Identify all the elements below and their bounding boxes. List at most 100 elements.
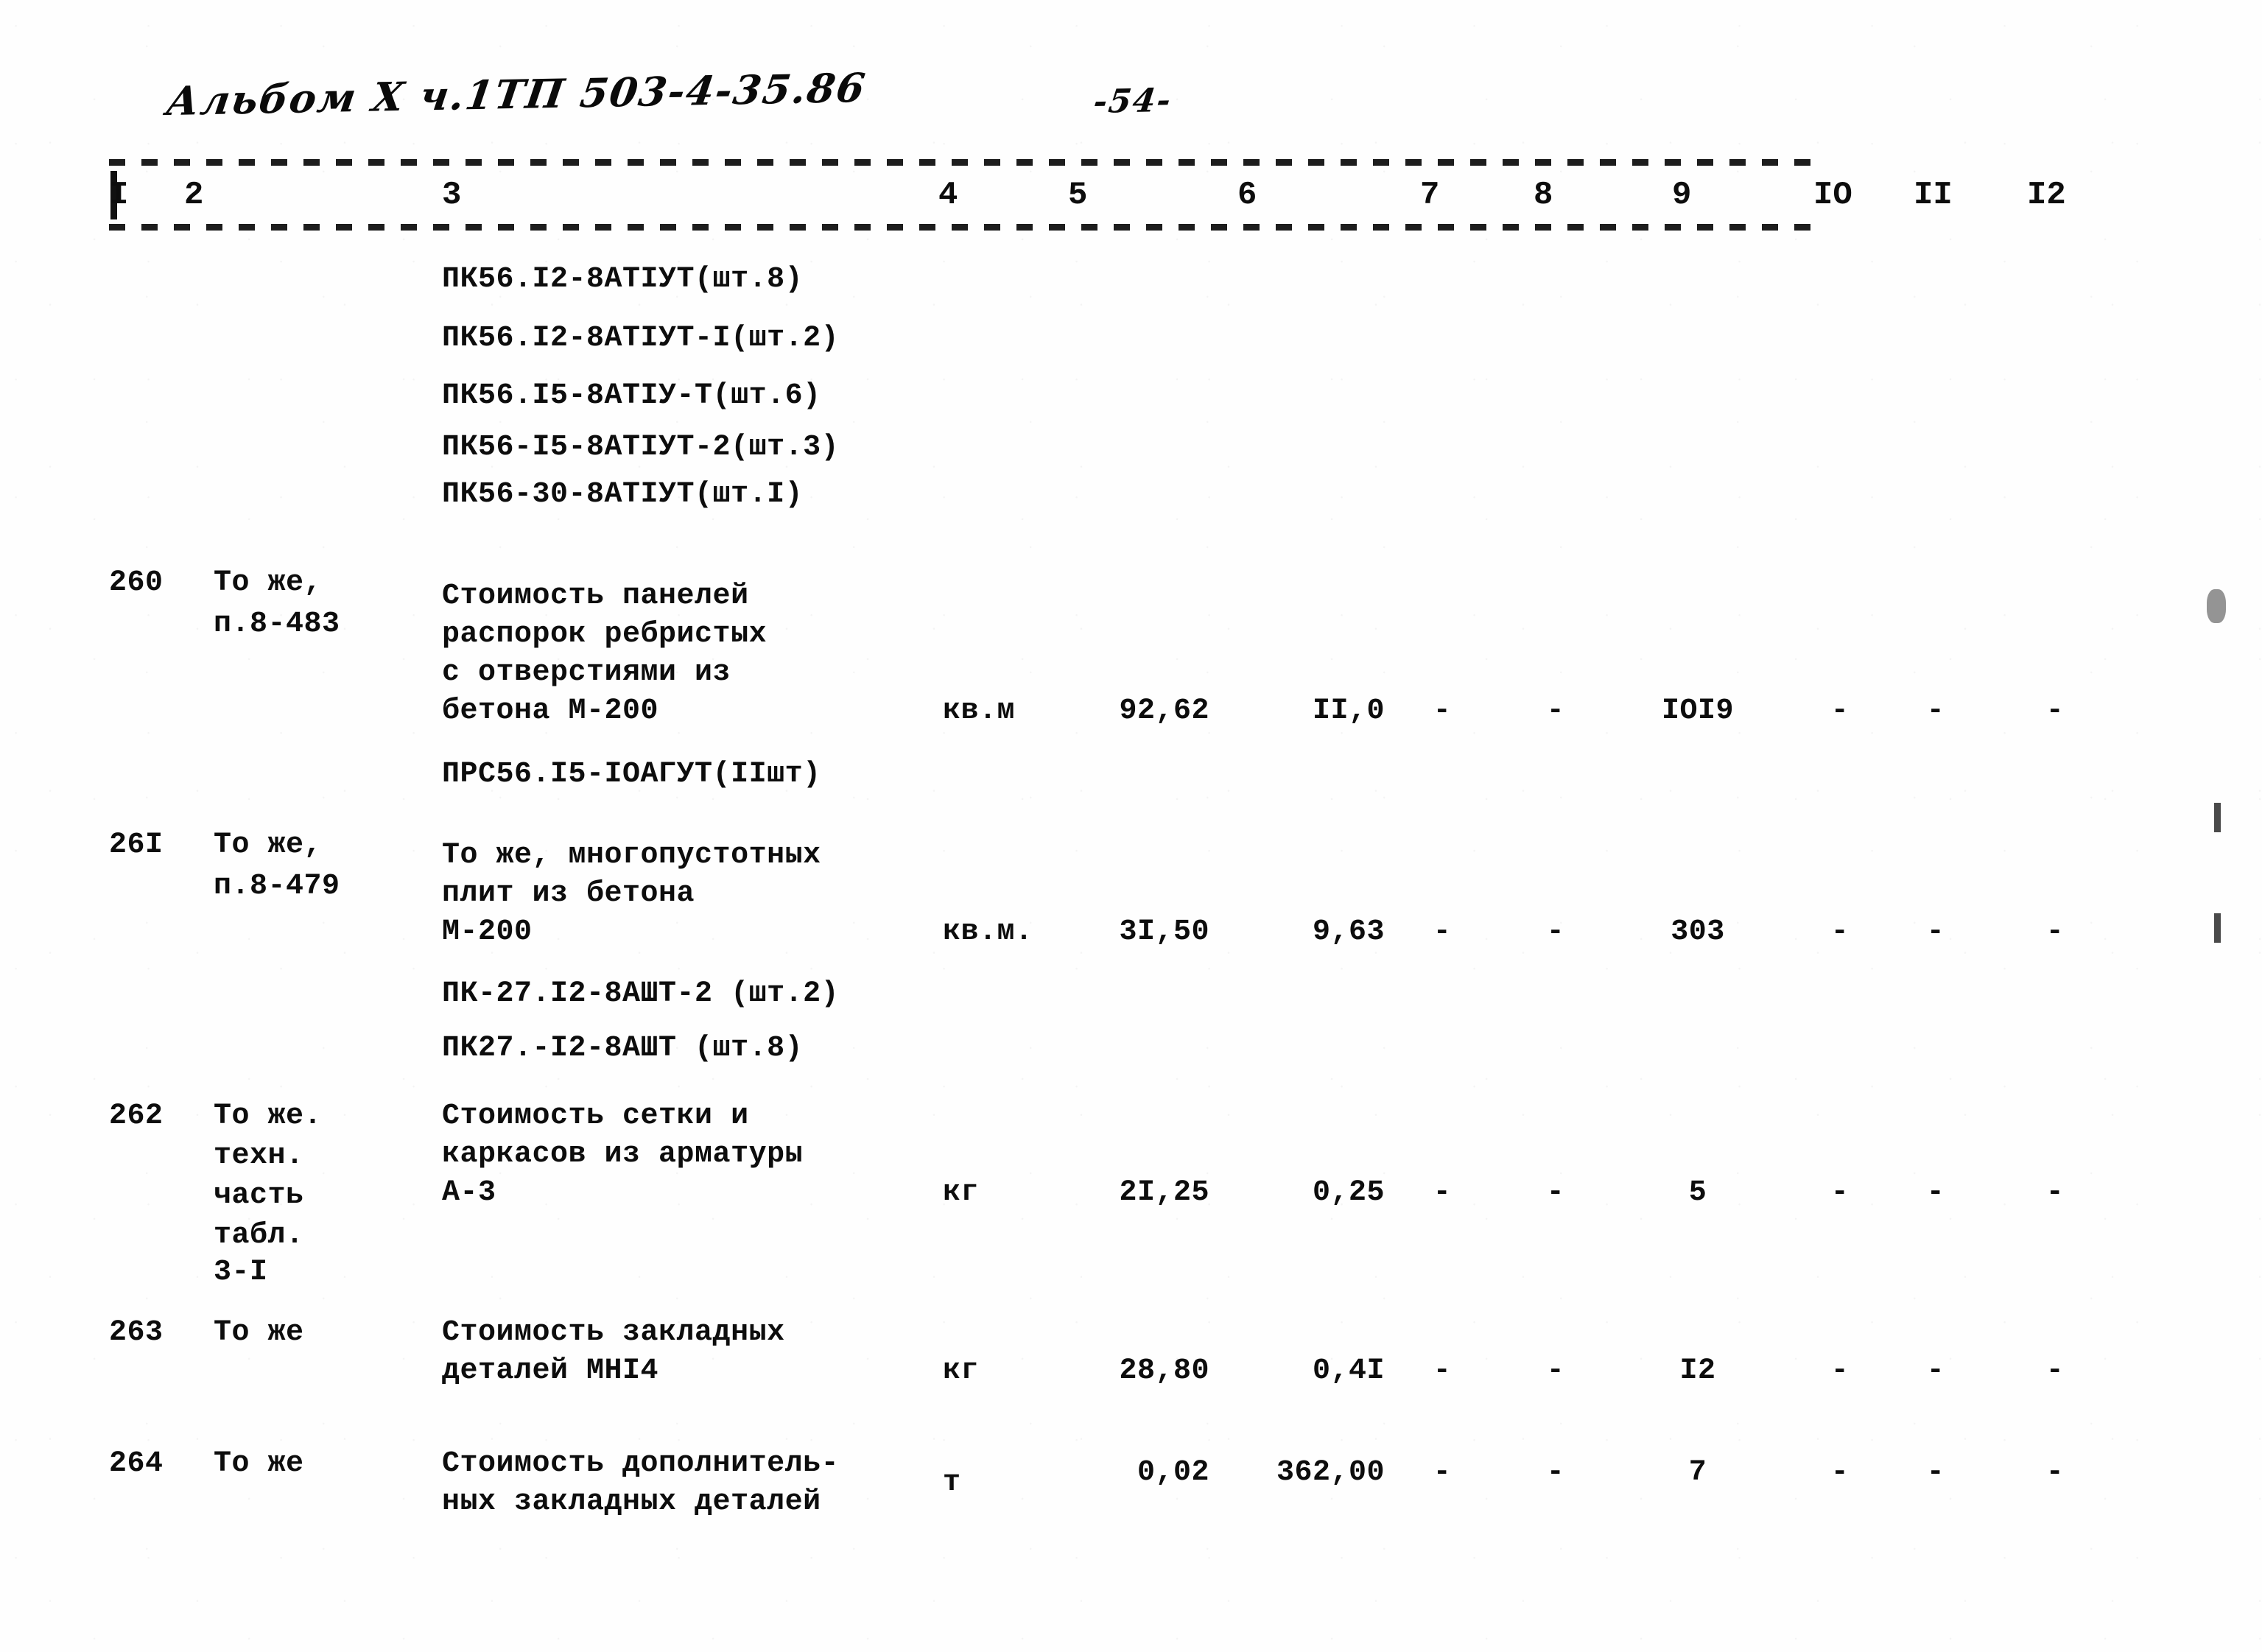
row-unit: кв.м. — [943, 915, 1033, 949]
row-col10: - — [1830, 1176, 1850, 1209]
row-number: 26I — [109, 829, 164, 862]
scan-artifact-mark — [2214, 803, 2221, 832]
row-col12: - — [2045, 695, 2065, 728]
row-number: 264 — [109, 1447, 164, 1480]
row-col8: - — [1546, 695, 1565, 728]
row-price: II,0 — [1312, 695, 1385, 728]
carryover-code-line: ПК56-I5-8АТIУТ-2(шт.3) — [442, 431, 840, 464]
column-header-1: I — [109, 177, 129, 214]
scanned-page: Альбом X ч.1ТП 503-4-35.86 -54- I 2 3 4 … — [0, 0, 2262, 1652]
column-header-3: 3 — [442, 177, 462, 214]
row-unit: кв.м — [943, 695, 1016, 728]
row-quantity: 0,02 — [1137, 1456, 1209, 1489]
row-description: А-3 — [442, 1176, 496, 1209]
row-extra-code: ПК-27.I2-8АШТ-2 (шт.2) — [442, 977, 840, 1010]
row-description: Стоимость сетки и — [442, 1100, 749, 1133]
column-header-8: 8 — [1534, 177, 1553, 214]
row-description: бетона М-200 — [442, 695, 659, 728]
row-col10: - — [1830, 695, 1850, 728]
row-number: 263 — [109, 1316, 164, 1349]
row-unit: кг — [943, 1354, 980, 1388]
row-justification: техн. — [214, 1139, 304, 1173]
row-extra-code: ПК27.-I2-8АШТ (шт.8) — [442, 1032, 804, 1065]
row-justification: То же, — [214, 829, 323, 862]
row-description: Стоимость закладных — [442, 1316, 785, 1349]
row-col10: - — [1830, 1354, 1850, 1388]
row-justification: То же — [214, 1316, 304, 1349]
handwritten-page-number: -54- — [1091, 82, 1175, 121]
carryover-code-line: ПК56.I5-8АТIУ-Т(шт.6) — [442, 379, 821, 412]
row-col7: - — [1433, 1354, 1452, 1388]
row-col8: - — [1546, 1456, 1565, 1489]
row-extra-code: ПРС56.I5-IOАГУТ(IIшт) — [442, 758, 821, 791]
column-header-5: 5 — [1068, 177, 1088, 214]
row-col9: 5 — [1688, 1176, 1707, 1209]
row-quantity: 2I,25 — [1119, 1176, 1209, 1209]
row-price: 9,63 — [1312, 915, 1385, 949]
row-justification: 3-I — [214, 1256, 268, 1289]
column-header-10: IO — [1813, 177, 1852, 214]
scan-artifact-mark — [2207, 589, 2226, 623]
row-justification: табл. — [214, 1219, 304, 1252]
row-col11: - — [1926, 1456, 1945, 1489]
row-col9: I2 — [1679, 1354, 1716, 1388]
row-justification: п.8-479 — [214, 870, 340, 903]
column-header-6: 6 — [1237, 177, 1257, 214]
row-description: плит из бетона — [442, 877, 695, 910]
column-header-7: 7 — [1420, 177, 1440, 214]
row-col8: - — [1546, 1176, 1565, 1209]
column-header-row: I 2 3 4 5 6 7 8 9 IO II I2 — [0, 177, 2262, 221]
row-col12: - — [2045, 915, 2065, 949]
column-header-2: 2 — [184, 177, 204, 214]
column-header-4: 4 — [938, 177, 958, 214]
row-col11: - — [1926, 1354, 1945, 1388]
table-rule-bottom — [109, 224, 1825, 231]
row-col12: - — [2045, 1456, 2065, 1489]
row-col8: - — [1546, 1354, 1565, 1388]
row-justification: То же. — [214, 1100, 323, 1133]
row-number: 260 — [109, 566, 164, 600]
carryover-code-line: ПК56-30-8АТIУТ(шт.I) — [442, 478, 804, 511]
row-description: То же, многопустотных — [442, 839, 821, 872]
carryover-code-line: ПК56.I2-8АТIУТ(шт.8) — [442, 263, 804, 296]
row-description: распорок ребристых — [442, 618, 768, 651]
handwritten-album-reference: Альбом X ч.1ТП 503-4-35.86 — [164, 63, 869, 125]
scan-artifact-mark — [2214, 913, 2221, 943]
row-col7: - — [1433, 1176, 1452, 1209]
row-description: Стоимость дополнитель- — [442, 1447, 840, 1480]
row-col10: - — [1830, 915, 1850, 949]
row-justification: п.8-483 — [214, 608, 340, 641]
row-justification: То же — [214, 1447, 304, 1480]
row-price: 362,00 — [1276, 1456, 1385, 1489]
row-col11: - — [1926, 695, 1945, 728]
row-col11: - — [1926, 1176, 1945, 1209]
row-col12: - — [2045, 1176, 2065, 1209]
row-description: деталей МНI4 — [442, 1354, 659, 1388]
row-description: с отверстиями из — [442, 656, 731, 689]
row-description: каркасов из арматуры — [442, 1138, 804, 1171]
row-quantity: 92,62 — [1119, 695, 1209, 728]
row-col8: - — [1546, 915, 1565, 949]
row-description: ных закладных деталей — [442, 1486, 821, 1519]
row-col7: - — [1433, 1456, 1452, 1489]
scan-speckle-overlay — [0, 0, 2262, 1652]
row-unit: кг — [943, 1176, 980, 1209]
carryover-code-line: ПК56.I2-8АТIУТ-I(шт.2) — [442, 322, 840, 355]
row-description: Стоимость панелей — [442, 580, 749, 613]
row-col9: 7 — [1688, 1456, 1707, 1489]
row-col9: IOI9 — [1661, 695, 1734, 728]
row-quantity: 3I,50 — [1119, 915, 1209, 949]
row-col9: 303 — [1671, 915, 1725, 949]
row-number: 262 — [109, 1100, 164, 1133]
row-justification: То же, — [214, 566, 323, 600]
row-col7: - — [1433, 695, 1452, 728]
row-col7: - — [1433, 915, 1452, 949]
column-header-12: I2 — [2027, 177, 2066, 214]
row-price: 0,25 — [1312, 1176, 1385, 1209]
row-justification: часть — [214, 1179, 304, 1212]
row-unit: т — [943, 1466, 961, 1500]
column-header-9: 9 — [1672, 177, 1692, 214]
row-description: М-200 — [442, 915, 533, 949]
row-price: 0,4I — [1312, 1354, 1385, 1388]
row-quantity: 28,80 — [1119, 1354, 1209, 1388]
